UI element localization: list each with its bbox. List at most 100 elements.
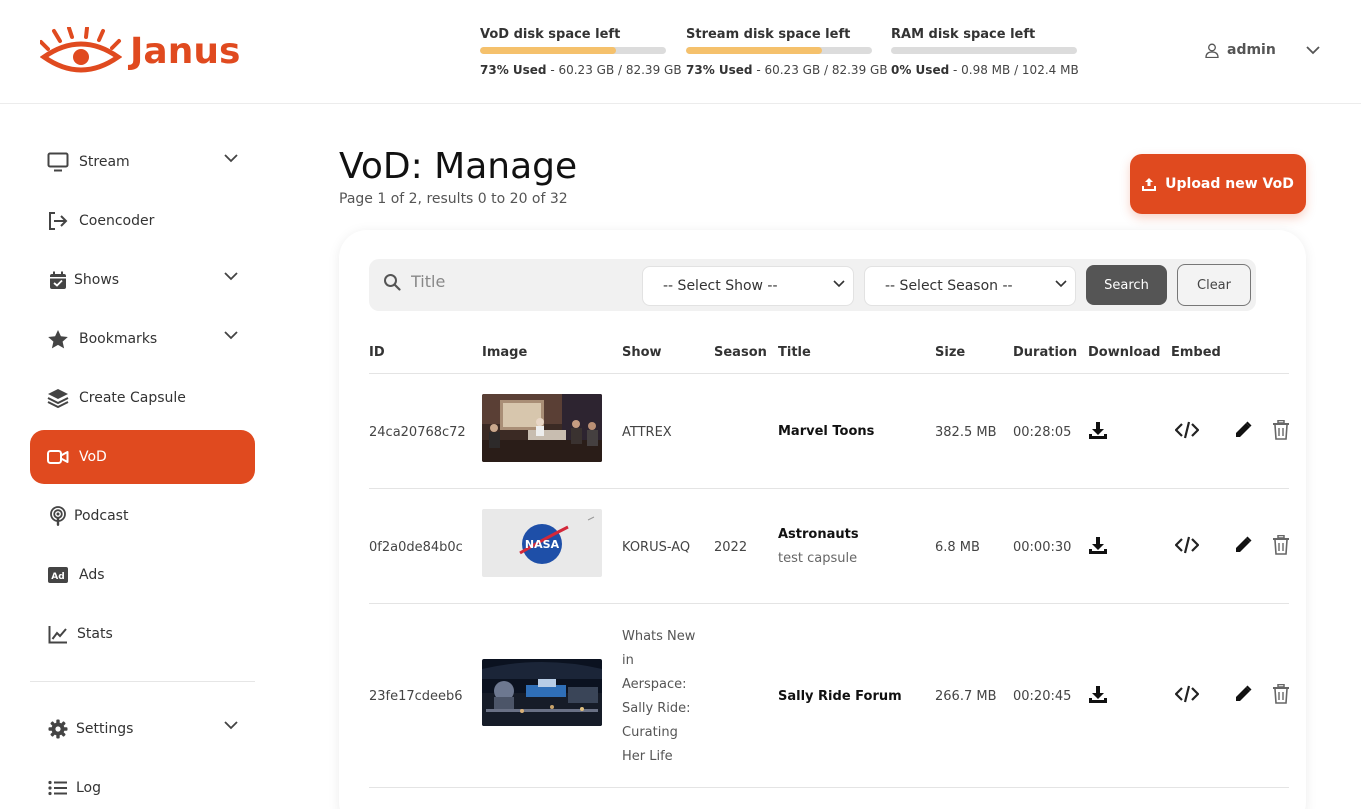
sidebar-divider [30, 681, 255, 682]
row-size: 382.5 MB [935, 425, 997, 440]
star-icon [47, 328, 69, 350]
upload-vod-button[interactable]: Upload new VoD [1130, 154, 1306, 214]
sidebar-item-bookmarks[interactable]: Bookmarks [30, 312, 255, 366]
show-select[interactable]: -- Select Show -- [642, 266, 854, 306]
sidebar-item-create-capsule[interactable]: Create Capsule [30, 371, 255, 425]
sidebar-item-stats[interactable]: Stats [30, 607, 255, 661]
column-header-download: Download [1088, 345, 1161, 360]
row-thumbnail[interactable]: NASA [482, 509, 602, 577]
row-size: 266.7 MB [935, 689, 997, 704]
embed-code-icon[interactable] [1175, 418, 1199, 442]
sidebar-item-ads[interactable]: Ad Ads [30, 548, 255, 602]
sidebar-item-vod[interactable]: VoD [30, 430, 255, 484]
sidebar: Stream Coencoder Shows Bookmarks Create … [0, 104, 290, 809]
upload-icon [1142, 178, 1157, 191]
chevron-down-icon [224, 154, 238, 163]
row-divider [369, 603, 1289, 604]
meter-used: 73% Used [480, 63, 547, 77]
chevron-down-icon [224, 272, 238, 281]
row-divider [369, 488, 1289, 489]
download-icon[interactable] [1086, 683, 1110, 707]
sidebar-item-label: Bookmarks [79, 331, 158, 347]
title-search-input[interactable] [411, 272, 611, 291]
column-header-show[interactable]: Show [622, 345, 662, 360]
meter-info: 73% Used - 60.23 GB / 82.39 GB [480, 63, 682, 77]
calendar-icon [47, 269, 69, 291]
title-search[interactable] [383, 272, 611, 291]
meter-fill [480, 47, 616, 54]
sidebar-item-label: Stream [79, 154, 130, 170]
chevron-down-icon [1055, 280, 1067, 288]
ram-disk-meter: RAM disk space left 0% Used - 0.98 MB / … [891, 27, 1079, 77]
edit-pencil-icon[interactable] [1231, 418, 1255, 442]
meter-detail: - 60.23 GB / 82.39 GB [546, 63, 682, 77]
sidebar-item-stream[interactable]: Stream [30, 135, 255, 189]
column-header-size[interactable]: Size [935, 345, 965, 360]
row-title: Sally Ride Forum [778, 689, 902, 704]
page-title: VoD: Manage [339, 146, 578, 187]
nasa-logo: NASA [482, 509, 602, 577]
row-id: 0f2a0de84b0c [369, 540, 463, 555]
user-icon [1205, 43, 1219, 58]
row-duration: 00:20:45 [1013, 689, 1072, 704]
meter-title: VoD disk space left [480, 27, 621, 42]
panel-discussion-photo [482, 394, 602, 462]
column-header-season[interactable]: Season [714, 345, 767, 360]
edit-pencil-icon[interactable] [1231, 682, 1255, 706]
nasa-logo-text: NASA [525, 538, 560, 551]
table-header-divider [369, 373, 1289, 374]
layers-icon [47, 387, 69, 409]
sidebar-item-shows[interactable]: Shows [30, 253, 255, 307]
row-show: KORUS-AQ [622, 540, 691, 555]
row-thumbnail[interactable] [482, 394, 602, 462]
row-subtitle: test capsule [778, 551, 858, 566]
janus-logo[interactable]: Janus [40, 27, 240, 75]
sidebar-item-log[interactable]: Log [30, 761, 255, 809]
column-header-embed: Embed [1171, 345, 1221, 360]
chevron-down-icon [833, 280, 845, 288]
sidebar-item-label: Stats [77, 626, 113, 642]
sidebar-item-label: Coencoder [79, 213, 155, 229]
delete-trash-icon[interactable] [1269, 533, 1293, 557]
monitor-icon [47, 151, 69, 173]
sidebar-item-podcast[interactable]: Podcast [30, 489, 255, 543]
row-show: ATTREX [622, 425, 672, 440]
sidebar-item-label: Podcast [74, 508, 129, 524]
download-icon[interactable] [1086, 534, 1110, 558]
sidebar-item-settings[interactable]: Settings [30, 702, 255, 756]
meter-used: 0% Used [891, 63, 950, 77]
meter-bar [686, 47, 872, 54]
row-show: Whats New in Aerspace: Sally Ride: Curat… [622, 629, 696, 764]
meter-bar [891, 47, 1077, 54]
delete-trash-icon[interactable] [1269, 682, 1293, 706]
download-icon[interactable] [1086, 419, 1110, 443]
sidebar-item-coencoder[interactable]: Coencoder [30, 194, 255, 248]
edit-pencil-icon[interactable] [1231, 533, 1255, 557]
vod-disk-meter: VoD disk space left 73% Used - 60.23 GB … [480, 27, 682, 77]
row-id: 24ca20768c72 [369, 425, 466, 440]
meter-bar [480, 47, 666, 54]
user-name: admin [1227, 42, 1276, 58]
column-header-duration[interactable]: Duration [1013, 345, 1077, 360]
embed-code-icon[interactable] [1175, 682, 1199, 706]
pagination-summary: Page 1 of 2, results 0 to 20 of 32 [339, 191, 568, 207]
user-menu[interactable]: admin [1205, 42, 1320, 58]
row-duration: 00:00:30 [1013, 540, 1072, 555]
delete-trash-icon[interactable] [1269, 418, 1293, 442]
meter-info: 0% Used - 0.98 MB / 102.4 MB [891, 63, 1079, 77]
clear-button[interactable]: Clear [1177, 264, 1251, 306]
row-thumbnail[interactable] [482, 659, 602, 726]
season-select-value: -- Select Season -- [885, 278, 1013, 294]
search-icon [384, 273, 401, 291]
season-select[interactable]: -- Select Season -- [864, 266, 1076, 306]
sidebar-item-label: Ads [79, 567, 105, 583]
ad-icon: Ad [47, 564, 69, 586]
column-header-title[interactable]: Title [778, 345, 811, 360]
chevron-down-icon [224, 721, 238, 730]
meter-fill [686, 47, 822, 54]
list-icon [47, 777, 69, 799]
embed-code-icon[interactable] [1175, 533, 1199, 557]
video-camera-icon [47, 446, 69, 468]
column-header-id[interactable]: ID [369, 345, 385, 360]
search-button[interactable]: Search [1086, 265, 1167, 305]
